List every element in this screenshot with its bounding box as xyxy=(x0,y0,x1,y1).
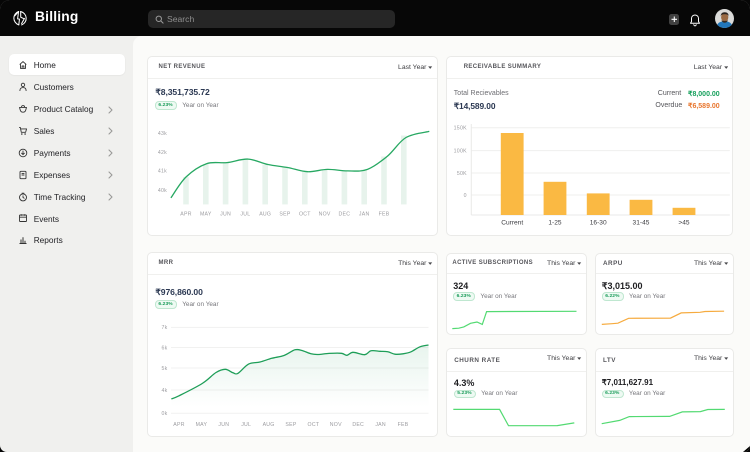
svg-text:NOV: NOV xyxy=(330,422,342,428)
svg-text:43k: 43k xyxy=(158,131,167,137)
svg-text:4k: 4k xyxy=(162,388,168,394)
svg-text:MAY: MAY xyxy=(200,212,212,218)
svg-text:JUN: JUN xyxy=(218,422,229,428)
svg-text:JAN: JAN xyxy=(375,422,386,428)
svg-text:0k: 0k xyxy=(162,411,168,417)
svg-text:FEB: FEB xyxy=(398,422,409,428)
svg-text:AUG: AUG xyxy=(263,422,275,428)
svg-text:JUN: JUN xyxy=(220,212,231,218)
svg-text:5k: 5k xyxy=(162,366,168,372)
svg-text:50K: 50K xyxy=(457,171,467,177)
svg-text:1-25: 1-25 xyxy=(549,220,563,227)
svg-text:DEC: DEC xyxy=(352,422,364,428)
svg-text:SEP: SEP xyxy=(285,422,296,428)
svg-text:6k: 6k xyxy=(162,345,168,351)
svg-text:NOV: NOV xyxy=(319,212,331,218)
svg-text:42k: 42k xyxy=(158,150,167,156)
svg-text:40k: 40k xyxy=(158,188,167,194)
svg-text:JUL: JUL xyxy=(241,422,251,428)
svg-text:JUL: JUL xyxy=(240,212,250,218)
svg-text:OCT: OCT xyxy=(299,212,311,218)
svg-text:OCT: OCT xyxy=(308,422,320,428)
svg-text:JAN: JAN xyxy=(359,212,370,218)
svg-text:41k: 41k xyxy=(158,168,167,174)
svg-text:DEC: DEC xyxy=(339,212,351,218)
svg-text:0: 0 xyxy=(464,193,467,199)
svg-text:16-30: 16-30 xyxy=(590,220,607,227)
svg-text:7k: 7k xyxy=(162,325,168,331)
svg-text:SEP: SEP xyxy=(279,212,290,218)
svg-text:100K: 100K xyxy=(454,148,467,154)
svg-text:MAY: MAY xyxy=(196,422,208,428)
svg-text:31-45: 31-45 xyxy=(633,220,650,227)
svg-text:>45: >45 xyxy=(679,220,691,227)
svg-text:AUG: AUG xyxy=(259,212,271,218)
svg-text:APR: APR xyxy=(180,212,191,218)
svg-text:Current: Current xyxy=(501,220,523,227)
svg-text:FEB: FEB xyxy=(379,212,390,218)
svg-text:APR: APR xyxy=(173,422,184,428)
svg-text:150K: 150K xyxy=(454,126,467,132)
